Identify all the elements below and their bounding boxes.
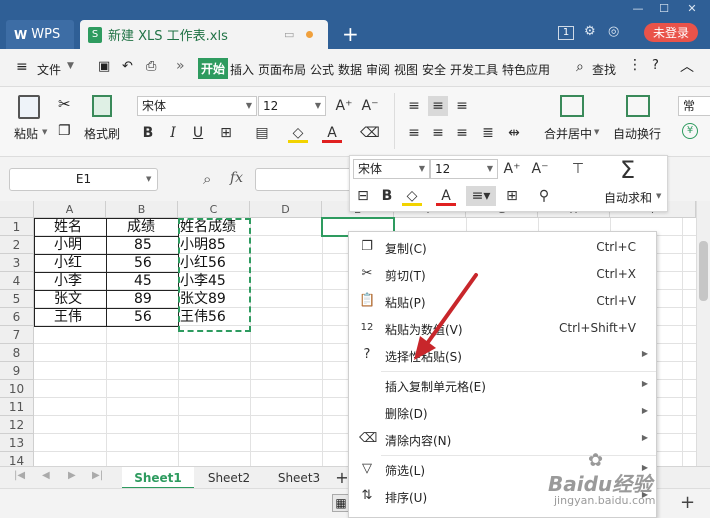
watermark-url: jingyan.baidu.com	[554, 494, 656, 507]
baidu-watermark: ✿ Baidu经验 jingyan.baidu.com	[548, 440, 698, 510]
watermark-title: Baidu经验	[548, 472, 653, 496]
